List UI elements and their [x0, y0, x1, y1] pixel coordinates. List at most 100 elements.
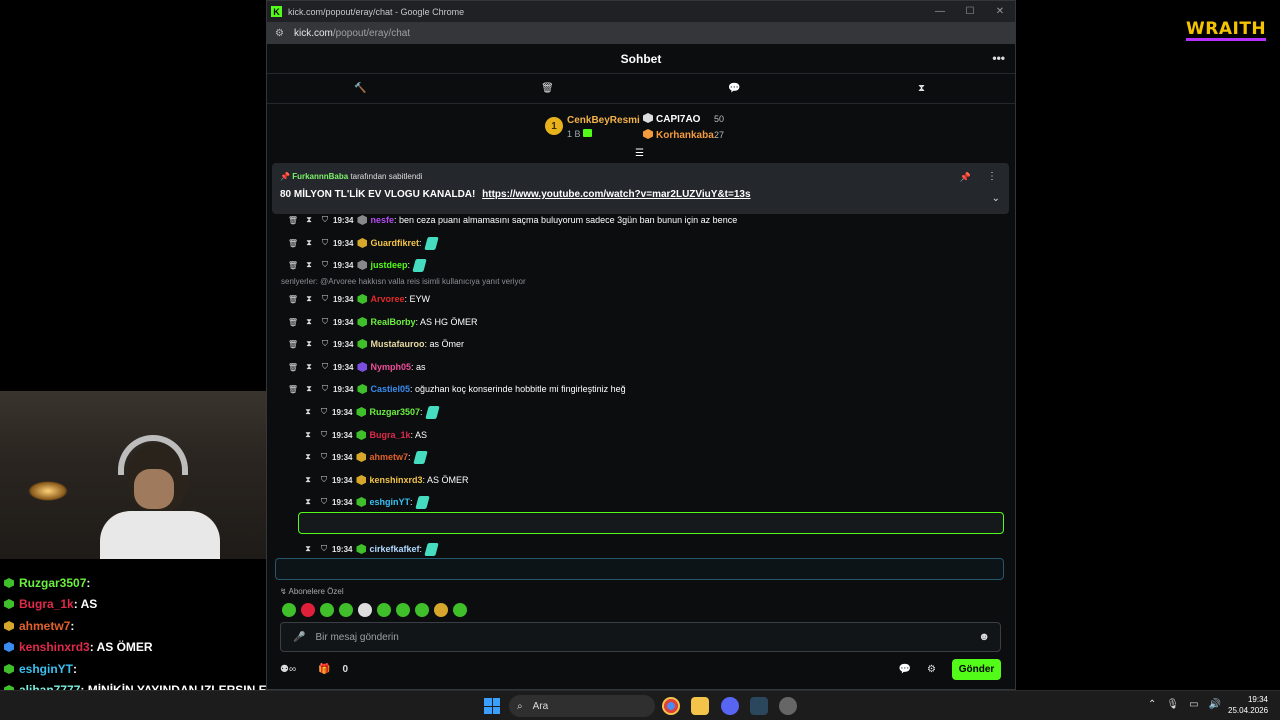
chat-settings-bubble-icon[interactable]: 💬	[899, 664, 911, 675]
chat-message[interactable]: ⧗ ⛉ 19:34 Ruzgar3507:	[300, 402, 440, 422]
chat-message[interactable]: 🗑 ⧗ ⛉ 19:34 Mustafauroo: as Ömer	[285, 334, 464, 354]
shield-icon[interactable]: ⛉	[316, 452, 332, 462]
timeout-icon[interactable]: ⧗	[300, 544, 316, 554]
ban-hammer-icon[interactable]: 🔨	[267, 83, 454, 94]
emoji-icon[interactable]: ☻	[978, 631, 990, 643]
delete-icon[interactable]: 🗑	[285, 239, 301, 248]
username[interactable]: Guardfikret	[370, 238, 419, 248]
delete-icon[interactable]: 🗑	[285, 363, 301, 372]
username[interactable]: justdeep	[370, 260, 407, 270]
chat-bubble-icon[interactable]: 💬	[641, 83, 828, 94]
username[interactable]: RealBorby	[370, 317, 415, 327]
pinned-more-icon[interactable]: ⋮	[987, 171, 997, 182]
shield-icon[interactable]: ⛉	[317, 339, 333, 349]
chat-message[interactable]: ⧗ ⛉ 19:34 kenshinxrd3: AS ÖMER	[300, 470, 469, 490]
address-bar[interactable]: ⚙ kick.com/popout/eray/chat	[267, 22, 1015, 44]
emote[interactable]	[377, 603, 391, 617]
username[interactable]: cirkefkafkef	[369, 544, 419, 554]
chat-message[interactable]: 🗑 ⧗ ⛉ 19:34 Nymph05: as	[285, 357, 426, 377]
more-options-icon[interactable]: •••	[992, 51, 1005, 65]
username[interactable]: Arvoree	[370, 294, 404, 304]
discord-icon[interactable]	[721, 697, 739, 715]
chat-message[interactable]: 🗑 ⧗ ⛉ 19:34 Castiel05: oğuzhan koç konserind…	[285, 379, 626, 399]
pinned-link[interactable]: https://www.youtube.com/watch?v=mar2LUZV…	[482, 189, 750, 200]
delete-icon[interactable]: 🗑	[285, 216, 301, 225]
timeout-icon[interactable]: ⧗	[301, 238, 317, 248]
emote[interactable]	[434, 603, 448, 617]
timeout-icon[interactable]: ⧗	[301, 362, 317, 372]
minimize-button[interactable]: —	[925, 6, 955, 17]
username[interactable]: Mustafauroo	[370, 339, 424, 349]
delete-icon[interactable]: 🗑	[285, 318, 301, 327]
timeout-icon[interactable]: ⧗	[301, 384, 317, 394]
chat-message[interactable]: ⧗ ⛉ 19:34 eshginYT:	[300, 492, 430, 512]
system-clock[interactable]: 19:34 25.04.2026	[1228, 694, 1268, 716]
chat-message[interactable]: 🗑 ⧗ ⛉ 19:34 justdeep:	[285, 255, 427, 275]
shield-icon[interactable]: ⛉	[317, 362, 333, 372]
username[interactable]: Bugra_1k	[369, 430, 410, 440]
timeout-icon[interactable]: ⧗	[301, 260, 317, 270]
emote[interactable]	[358, 603, 372, 617]
settings-gear-icon[interactable]: ⚙	[927, 664, 936, 675]
delete-icon[interactable]: 🗑	[285, 295, 301, 304]
shield-icon[interactable]: ⛉	[316, 407, 332, 417]
site-settings-icon[interactable]: ⚙	[275, 28, 284, 39]
delete-icon[interactable]: 🗑	[285, 261, 301, 270]
volume-icon[interactable]: 🔊	[1209, 699, 1221, 710]
delete-icon[interactable]: 🗑	[285, 340, 301, 349]
timeout-icon[interactable]: ⧗	[301, 215, 317, 225]
timeout-icon[interactable]: ⧗	[300, 475, 316, 485]
trash-icon[interactable]: 🗑	[454, 83, 641, 94]
chrome-icon[interactable]	[662, 697, 680, 715]
filter-icon[interactable]: ☰	[635, 148, 644, 159]
shield-icon[interactable]: ⛉	[317, 317, 333, 327]
chat-message[interactable]: ⧗ ⛉ 19:34 Bugra_1k: AS	[300, 425, 427, 445]
chevron-down-icon[interactable]: ⌄	[992, 193, 1000, 204]
emote[interactable]	[415, 603, 429, 617]
timeout-icon[interactable]: ⧗	[300, 407, 316, 417]
emote[interactable]	[301, 603, 315, 617]
chat-message[interactable]: 🗑 ⧗ ⛉ 19:34 Guardfikret:	[285, 233, 439, 253]
shield-icon[interactable]: ⛉	[316, 430, 332, 440]
file-explorer-icon[interactable]	[691, 697, 709, 715]
shield-icon[interactable]: ⛉	[316, 475, 332, 485]
unpin-icon[interactable]: 📌	[960, 172, 971, 183]
gift-box-icon[interactable]: 🎁	[318, 664, 330, 675]
chat-message[interactable]: ⧗ ⛉ 19:34 ahmetw7:	[300, 447, 428, 467]
leader-1-name[interactable]: CenkBeyResmi	[567, 115, 640, 126]
emote[interactable]	[396, 603, 410, 617]
shield-icon[interactable]: ⛉	[316, 497, 332, 507]
chat-message[interactable]: 🗑 ⧗ ⛉ 19:34 Arvoree: EYW	[285, 289, 430, 309]
username[interactable]: Nymph05	[370, 362, 411, 372]
username[interactable]: nesfe	[370, 215, 394, 225]
steam-icon[interactable]	[750, 697, 768, 715]
timeout-icon[interactable]: ⧗	[301, 294, 317, 304]
mic-icon[interactable]: 🎤	[293, 632, 305, 643]
chat-message[interactable]: ⧗ ⛉ 19:34 cirkefkafkef:	[300, 539, 439, 559]
app-icon[interactable]	[779, 697, 797, 715]
shield-icon[interactable]: ⛉	[317, 260, 333, 270]
display-icon[interactable]: ▭	[1189, 699, 1198, 710]
emote[interactable]	[320, 603, 334, 617]
leader-2-name[interactable]: CAPI7AO	[643, 113, 700, 125]
timeout-icon[interactable]: ⧗	[301, 317, 317, 327]
send-button[interactable]: Gönder	[952, 658, 1001, 680]
maximize-button[interactable]: ☐	[955, 6, 985, 17]
taskbar-search[interactable]: ⌕ Ara	[509, 695, 655, 717]
windows-start-icon[interactable]	[484, 698, 500, 714]
shield-icon[interactable]: ⛉	[317, 215, 333, 225]
shield-icon[interactable]: ⛉	[317, 294, 333, 304]
leader-3-name[interactable]: Korhankaba	[643, 129, 714, 141]
timeout-icon[interactable]: ⧗	[301, 339, 317, 349]
shield-icon[interactable]: ⛉	[317, 238, 333, 248]
username[interactable]: Castiel05	[370, 384, 410, 394]
emote[interactable]	[339, 603, 353, 617]
timeout-icon[interactable]: ⧗	[300, 430, 316, 440]
message-input[interactable]	[315, 631, 956, 643]
shield-icon[interactable]: ⛉	[317, 384, 333, 394]
pinned-message[interactable]: 📌 FurkannnBaba tarafından sabitlendi 80 …	[272, 163, 1009, 214]
mic-tray-icon[interactable]: 🎙	[1166, 699, 1179, 710]
close-button[interactable]: ✕	[985, 6, 1015, 17]
chat-message[interactable]: 🗑 ⧗ ⛉ 19:34 RealBorby: AS HG ÖMER	[285, 312, 478, 332]
username[interactable]: kenshinxrd3	[369, 475, 422, 485]
